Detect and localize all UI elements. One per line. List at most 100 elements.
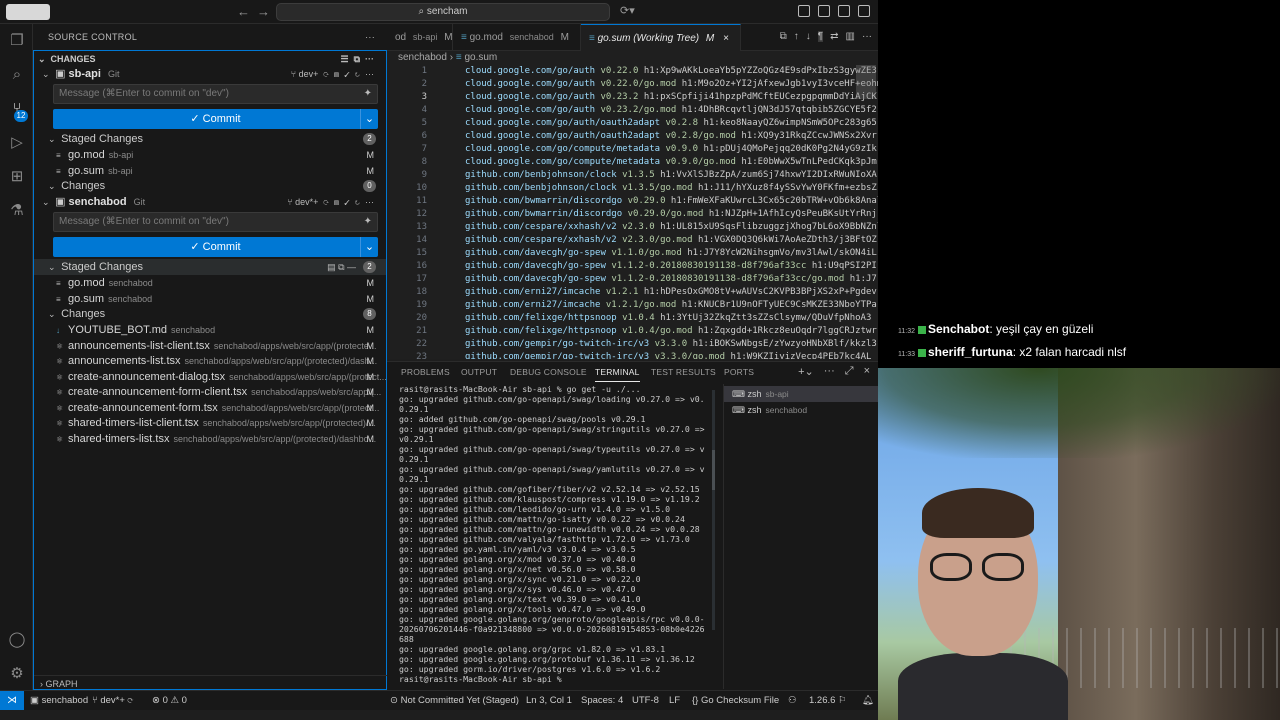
list-item[interactable]: ⚛ announcements-list.tsx senchabod/apps/we… — [34, 353, 386, 369]
tab-debug-console[interactable]: DEBUG CONSOLE — [510, 362, 587, 382]
command-center-search[interactable]: ⌕ sencham — [276, 3, 610, 21]
inline-view-icon[interactable]: ⇄ — [830, 31, 838, 42]
extensions-icon[interactable]: ⊞ — [8, 168, 26, 186]
commit-button[interactable]: ✓ Commit ⌄ — [53, 237, 378, 257]
commit-dropdown-chevron-icon[interactable]: ⌄ — [360, 237, 378, 257]
list-item[interactable]: ⚛ create-announcement-dialog.tsx senchabod… — [34, 369, 387, 385]
tab-problems[interactable]: PROBLEMS — [401, 362, 450, 382]
testing-icon[interactable]: ⚗ — [8, 202, 26, 220]
code-line: 12 github.com/bwmarrin/discordgo v0.29.0/… — [387, 208, 877, 221]
maximize-panel-icon[interactable]: ⤢ — [845, 365, 854, 378]
forward-button[interactable]: → — [257, 4, 270, 19]
graph-section-header[interactable]: › GRAPH — [34, 675, 388, 691]
sparkle-icon[interactable]: ✦ — [364, 213, 372, 231]
status-cursor-position[interactable]: Ln 3, Col 1 — [526, 691, 572, 710]
list-item[interactable]: ≡ go.mod sb-api M — [34, 147, 386, 163]
editor-scrollbar[interactable] — [856, 65, 876, 99]
staged-actions[interactable]: ▤ ⧉ — — [327, 259, 356, 275]
list-item[interactable]: ↓ YOUTUBE_BOT.md senchabod M — [34, 322, 386, 338]
repo-row-senchabod[interactable]: ⌄ ▣ senchabod Git ⑂ dev*+ ⟳ ▤ ✓ ↻ ··· — [34, 194, 386, 210]
status-problems[interactable]: ⊗ 0 ⚠ 0 — [152, 691, 187, 710]
status-repo[interactable]: ▣ senchabod — [30, 691, 88, 710]
list-item[interactable]: ≡ go.sum senchabod M — [34, 291, 386, 307]
arrow-up-icon[interactable]: ↑ — [794, 31, 799, 42]
new-terminal-icon[interactable]: +⌄ — [798, 365, 814, 378]
close-icon[interactable]: × — [723, 33, 729, 44]
branch-label[interactable]: dev*+ — [295, 197, 318, 207]
repo-actions[interactable]: ⑂ dev+ ⟳ ▤ ✓ ↻ ··· — [291, 66, 374, 82]
commit-message-input[interactable]: Message (⌘Enter to commit on "dev") ✦ — [53, 212, 378, 232]
list-item[interactable]: ⚛ shared-timers-list-client.tsx senchabod/… — [34, 415, 386, 431]
status-indentation[interactable]: Spaces: 4 — [581, 691, 623, 710]
tab-sb-api-go-mod[interactable]: od sb-api M — [387, 24, 453, 51]
list-item[interactable]: ⚛ create-announcement-form-client.tsx senc… — [34, 384, 386, 400]
tab-terminal[interactable]: TERMINAL — [595, 362, 640, 382]
toggle-secondary-sidebar-icon[interactable] — [858, 5, 870, 17]
toggle-panel-icon[interactable] — [838, 5, 850, 17]
more-actions-icon[interactable]: ··· — [365, 24, 375, 50]
copilot-status-icon[interactable]: ⚇ — [788, 691, 797, 710]
list-item[interactable]: ≡ go.mod senchabod M — [34, 275, 386, 291]
status-language[interactable]: {} Go Checksum File — [692, 691, 779, 710]
changes-header[interactable]: ⌄ Changes 8 — [34, 306, 386, 322]
scrollbar-thumb[interactable] — [712, 450, 715, 490]
arrow-down-icon[interactable]: ↓ — [806, 31, 811, 42]
back-button[interactable]: ← — [237, 4, 250, 19]
breadcrumb-folder[interactable]: senchabod — [398, 52, 447, 63]
settings-gear-icon[interactable]: ⚙ — [8, 665, 26, 683]
status-commit-state[interactable]: ⊙ Not Committed Yet (Staged) — [390, 691, 519, 710]
split-editor-icon[interactable]: ▥ — [846, 31, 855, 42]
repo-row-sb-api[interactable]: ⌄ ▣ sb-api Git ⑂ dev+ ⟳ ▤ ✓ ↻ ··· — [34, 66, 386, 82]
changes-count-badge: 0 — [363, 180, 376, 192]
chat-message: 11:33 sheriff_furtuna: x2 falan harcadi n… — [898, 343, 1126, 361]
commit-dropdown-chevron-icon[interactable]: ⌄ — [360, 109, 378, 129]
changes-header[interactable]: ⌄ Changes 0 — [34, 178, 386, 194]
app-menu-button[interactable] — [6, 4, 50, 20]
tab-go-sum-working-tree[interactable]: ≡ go.sum (Working Tree) M × — [581, 24, 741, 51]
terminal-line: go: upgraded github.com/go-openapi/swag/… — [399, 424, 705, 434]
section-actions[interactable]: ☰ ⧉ ··· — [341, 51, 375, 67]
tab-senchabod-go-mod[interactable]: ≡ go.mod senchabod M — [453, 24, 581, 51]
tab-label: go.sum (Working Tree) — [597, 33, 700, 44]
status-branch[interactable]: ⑂ dev*+ ⟳ — [92, 691, 133, 710]
list-item[interactable]: ⚛ announcements-list-client.tsx senchabod/… — [34, 338, 386, 354]
sparkle-icon[interactable]: ✦ — [364, 85, 372, 103]
status-go-version[interactable]: 1.26.6 ⚐ — [809, 691, 847, 710]
copilot-icon[interactable]: ⟳▾ — [620, 4, 635, 17]
terminal-output[interactable]: rasit@rasits-MacBook-Air sb-api % go get… — [399, 384, 719, 689]
staged-changes-header[interactable]: ⌄ Staged Changes 2 — [34, 131, 386, 147]
status-encoding[interactable]: UTF-8 — [632, 691, 659, 710]
remote-indicator-icon[interactable]: ⋊ — [0, 691, 24, 710]
status-eol[interactable]: LF — [669, 691, 680, 710]
branch-label[interactable]: dev+ — [299, 69, 319, 79]
list-item[interactable]: ≡ go.sum sb-api M — [34, 163, 386, 179]
run-debug-icon[interactable]: ▷ — [8, 134, 26, 152]
more-actions-icon[interactable]: ··· — [824, 365, 835, 378]
breadcrumb-file[interactable]: go.sum — [464, 52, 497, 63]
terminal-scrollbar[interactable] — [712, 390, 715, 630]
toggle-sidebar-icon[interactable] — [818, 5, 830, 17]
more-actions-icon[interactable]: ··· — [862, 31, 872, 42]
notifications-bell-icon[interactable]: 🔔︎ — [862, 691, 874, 710]
tab-output[interactable]: OUTPUT — [461, 362, 497, 382]
terminal-item-senchabod[interactable]: ⌨ zsh senchabod — [724, 402, 879, 418]
open-file-icon[interactable]: ⧉ — [780, 31, 787, 42]
commit-message-input[interactable]: Message (⌘Enter to commit on "dev") ✦ — [53, 84, 378, 104]
close-icon[interactable]: × — [864, 365, 870, 378]
list-item[interactable]: ⚛ create-announcement-form.tsx senchabod/a… — [34, 400, 386, 416]
staged-changes-header[interactable]: ⌄ Staged Changes ▤ ⧉ — 2 — [34, 259, 386, 275]
list-item[interactable]: ⚛ shared-timers-list.tsx senchabod/apps/we… — [34, 431, 386, 447]
commit-button[interactable]: ✓ Commit ⌄ — [53, 109, 378, 129]
tab-ports[interactable]: PORTS — [724, 362, 754, 382]
tab-test-results[interactable]: TEST RESULTS — [651, 362, 716, 382]
repo-actions[interactable]: ⑂ dev*+ ⟳ ▤ ✓ ↻ ··· — [287, 194, 374, 210]
changes-section-header[interactable]: ⌄ CHANGES ☰ ⧉ ··· — [34, 51, 386, 67]
explorer-icon[interactable]: ❐ — [8, 32, 26, 50]
layout-icon[interactable] — [798, 5, 810, 17]
code-editor[interactable]: 1 cloud.google.com/go/auth v0.22.0 h1:Xp9… — [387, 65, 878, 359]
account-icon[interactable]: ◯ — [8, 631, 26, 649]
tab-modified-flag: M — [444, 32, 453, 43]
search-icon[interactable]: ⌕ — [8, 66, 26, 84]
whitespace-toggle-icon[interactable]: ¶ — [817, 31, 824, 42]
terminal-item-sb-api[interactable]: ⌨ zsh sb-api — [724, 386, 879, 402]
